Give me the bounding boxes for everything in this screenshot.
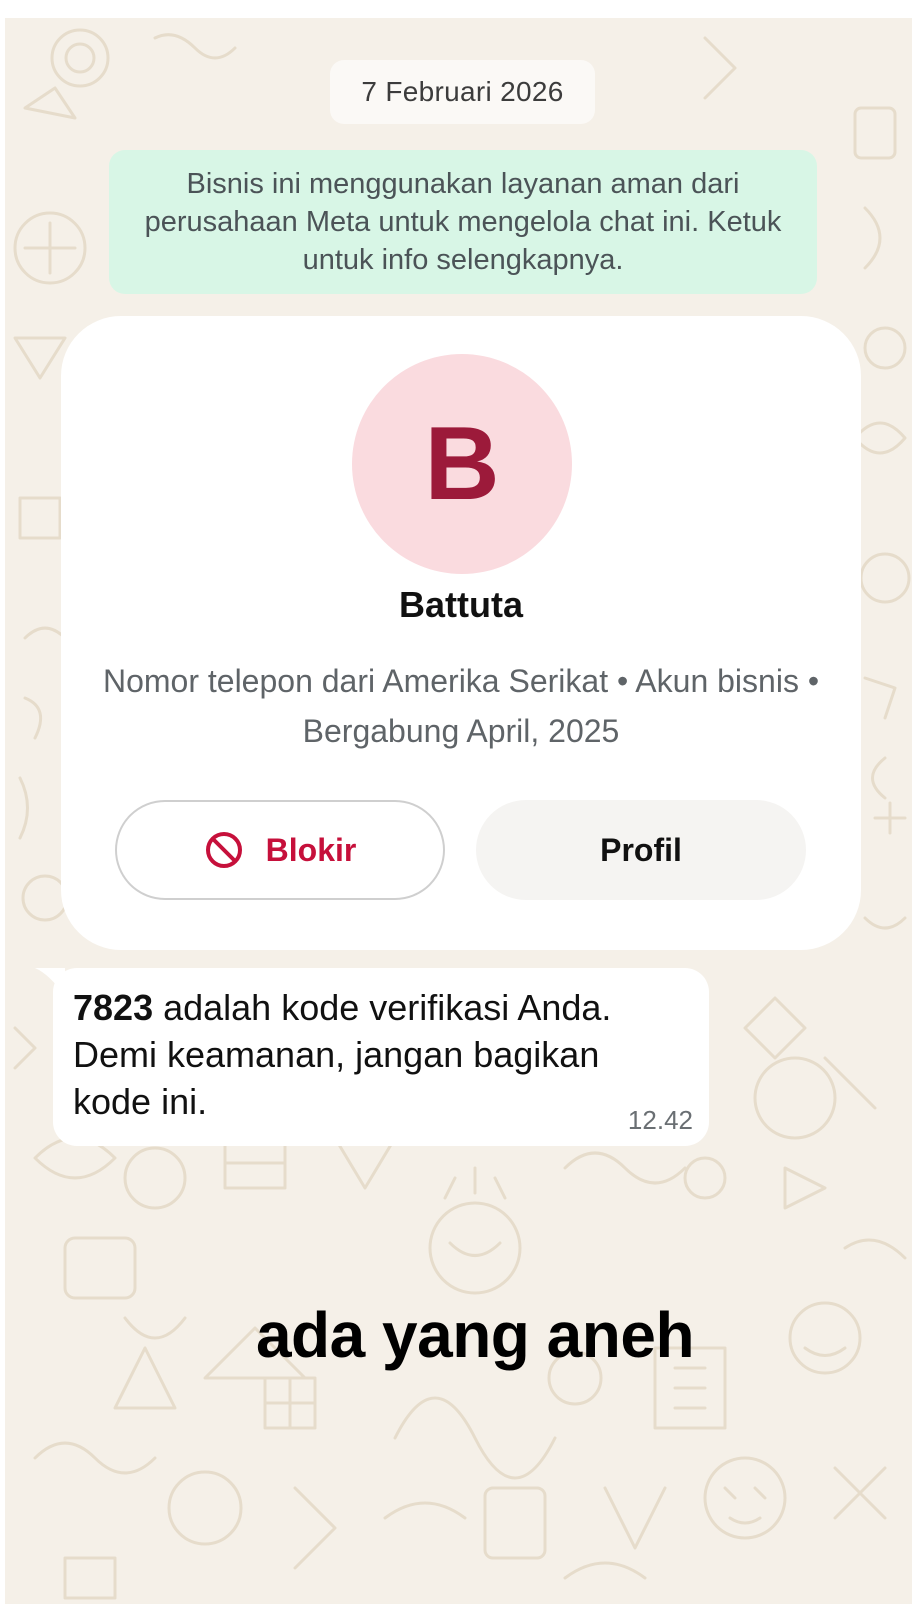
block-button-label: Blokir	[265, 831, 357, 868]
verification-code: 7823	[73, 987, 154, 1028]
profile-button-label: Profil	[600, 831, 682, 868]
message-body: adalah kode verifikasi Anda. Demi keaman…	[73, 987, 612, 1122]
incoming-message-bubble[interactable]: 7823 adalah kode verifikasi Anda. Demi k…	[35, 968, 709, 1146]
message-text: 7823 adalah kode verifikasi Anda. Demi k…	[73, 984, 683, 1125]
date-chip: 7 Februari 2026	[330, 60, 595, 124]
chat-background: 7 Februari 2026 Bisnis ini menggunakan l…	[5, 18, 912, 1604]
avatar[interactable]: B	[352, 354, 572, 574]
business-info: Nomor telepon dari Amerika Serikat • Aku…	[102, 663, 820, 749]
message-timestamp: 12.42	[627, 1105, 693, 1135]
avatar-initial: B	[424, 405, 500, 522]
meta-security-notice-text: Bisnis ini menggunakan layanan aman dari…	[144, 168, 782, 276]
business-profile-card: B Battuta Nomor telepon dari Amerika Ser…	[61, 316, 861, 950]
meta-security-notice[interactable]: Bisnis ini menggunakan layanan aman dari…	[109, 150, 817, 294]
block-icon	[205, 832, 242, 868]
profile-button[interactable]: Profil	[476, 800, 806, 900]
overlay-caption: ada yang aneh	[255, 1299, 695, 1371]
bubble-tail	[35, 968, 65, 996]
block-button[interactable]: Blokir	[115, 800, 445, 900]
business-name: Battuta	[399, 584, 523, 625]
date-chip-label: 7 Februari 2026	[361, 76, 564, 107]
